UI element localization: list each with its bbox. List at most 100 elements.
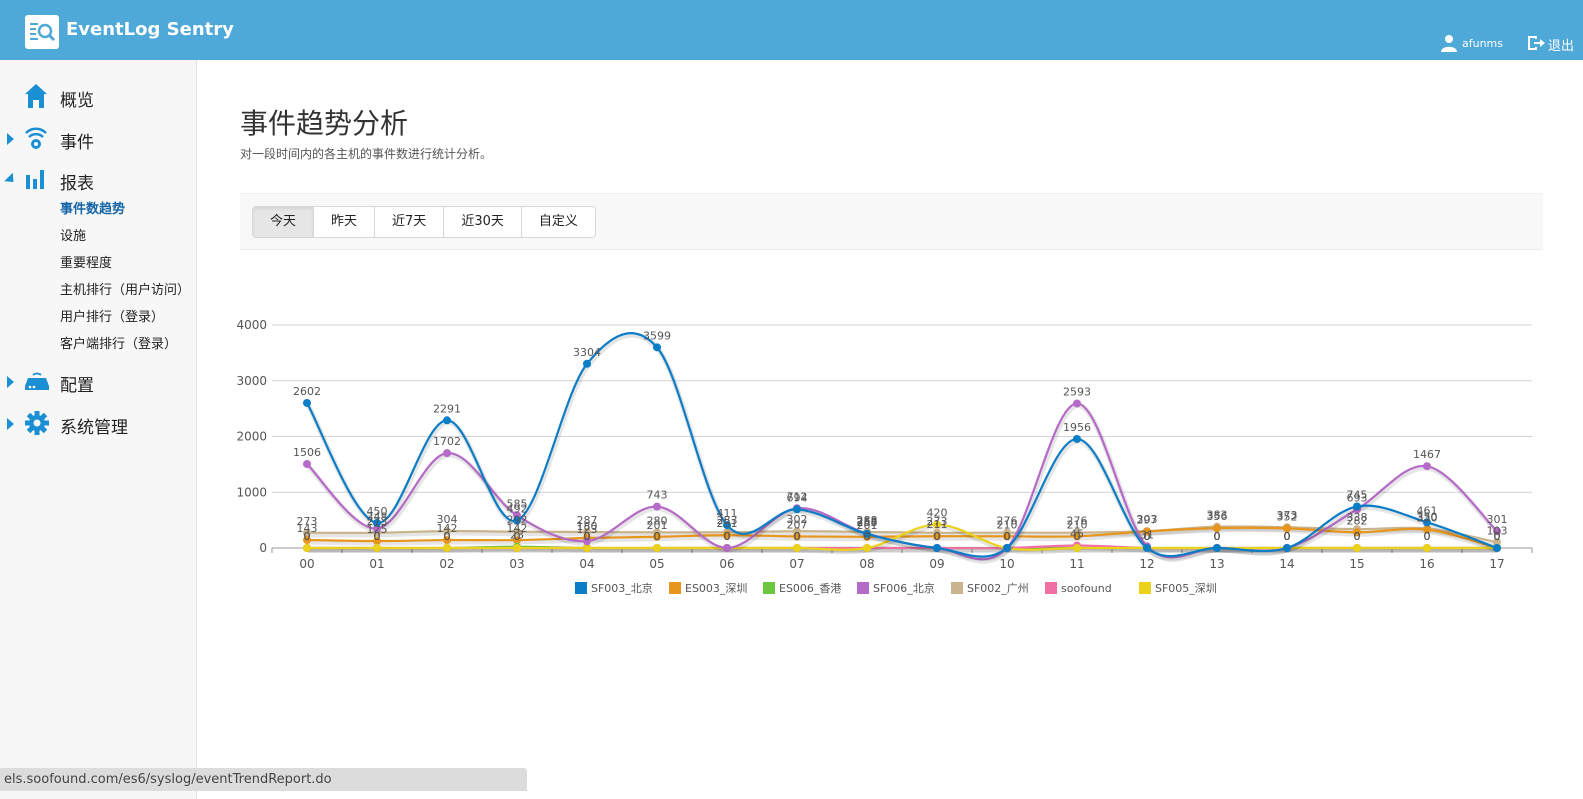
- data-label: 282: [1347, 514, 1368, 527]
- data-label: 0: [444, 530, 451, 543]
- home-icon: [25, 84, 47, 108]
- x-tick-label: 03: [509, 557, 524, 571]
- yesterday-button[interactable]: 昨天: [314, 207, 376, 237]
- data-label: 2291: [433, 402, 461, 415]
- data-label: 1956: [1063, 421, 1091, 434]
- x-tick-label: 14: [1279, 557, 1294, 571]
- data-point: [443, 449, 451, 458]
- data-point: [1423, 462, 1431, 471]
- data-label: 1506: [293, 446, 321, 459]
- chevron-right-icon: [7, 133, 14, 145]
- data-point: [1213, 544, 1221, 552]
- status-bar: els.soofound.com/es6/syslog/eventTrendRe…: [0, 768, 527, 791]
- legend-label: ES006_香港: [779, 582, 841, 595]
- signal-icon: [25, 127, 47, 149]
- x-tick-label: 09: [929, 557, 944, 571]
- chevron-right-icon: [7, 418, 14, 430]
- data-point: [303, 398, 311, 407]
- sidebar-subitem-severity[interactable]: 重要程度: [60, 252, 112, 271]
- top-bar: EventLog Sentry afunms 退出: [0, 0, 1583, 60]
- data-label: 123: [577, 523, 598, 536]
- sidebar-item-label: 概览: [60, 91, 94, 111]
- data-label: 0: [654, 530, 661, 543]
- y-tick-label: 2000: [236, 430, 267, 444]
- data-label: 0: [1074, 530, 1081, 543]
- date-filter-bar: 今天 昨天 近7天 近30天 自定义: [240, 193, 1543, 250]
- sidebar-item-reports[interactable]: 报表: [0, 162, 196, 196]
- data-label: 0: [934, 530, 941, 543]
- legend-swatch: [669, 582, 681, 594]
- legend-label: SF006_北京: [873, 581, 935, 595]
- legend-label: soofound: [1061, 582, 1112, 595]
- x-tick-label: 02: [439, 557, 454, 571]
- data-label: 0: [1424, 530, 1431, 543]
- data-point: [1073, 544, 1081, 552]
- data-label: 0: [514, 530, 521, 543]
- data-point: [1143, 544, 1151, 552]
- page-title: 事件趋势分析: [240, 107, 409, 140]
- x-tick-label: 13: [1209, 557, 1224, 571]
- sidebar-item-label: 配置: [60, 376, 94, 396]
- x-tick-label: 04: [579, 557, 594, 571]
- gear-icon: [25, 411, 49, 435]
- data-label: 0: [304, 530, 311, 543]
- sidebar-subitem-user-ranking[interactable]: 用户排行（登录）: [60, 306, 164, 325]
- legend-swatch: [1045, 582, 1057, 594]
- data-label: 356: [1207, 510, 1228, 523]
- data-point: [303, 544, 311, 552]
- data-point: [723, 544, 731, 552]
- data-point: [513, 544, 521, 552]
- bar-chart-icon: [26, 170, 44, 189]
- sidebar-item-config[interactable]: 配置: [0, 364, 196, 398]
- legend-label: SF005_深圳: [1155, 582, 1217, 595]
- sidebar-item-events[interactable]: 事件: [0, 121, 196, 155]
- data-point: [1073, 434, 1081, 443]
- data-label: 0: [794, 530, 801, 543]
- series-shadow: [305, 332, 1499, 562]
- app-logo-icon[interactable]: [25, 15, 59, 49]
- sidebar-subitem-facility[interactable]: 设施: [60, 225, 86, 244]
- y-tick-label: 4000: [236, 318, 267, 332]
- data-point: [653, 544, 661, 552]
- sidebar-item-system-admin[interactable]: 系统管理: [0, 406, 196, 440]
- data-label: 0: [374, 530, 381, 543]
- legend-swatch: [575, 582, 587, 594]
- sidebar-item-label: 系统管理: [60, 418, 128, 438]
- data-label: 420: [927, 507, 948, 520]
- data-label: 0: [1354, 530, 1361, 543]
- page-description: 对一段时间内的各主机的事件数进行统计分析。: [240, 147, 493, 161]
- data-label: 0: [724, 530, 731, 543]
- custom-range-button[interactable]: 自定义: [521, 207, 595, 237]
- legend-swatch: [763, 582, 775, 594]
- x-tick-label: 12: [1139, 557, 1154, 571]
- data-point: [1003, 544, 1011, 552]
- data-label: 0: [864, 530, 871, 543]
- data-label: 3304: [573, 346, 601, 359]
- sidebar-item-overview[interactable]: 概览: [0, 79, 196, 113]
- sidebar-subitem-host-ranking[interactable]: 主机排行（用户访问）: [60, 279, 190, 298]
- today-button[interactable]: 今天: [253, 207, 315, 237]
- data-label: 694: [787, 491, 808, 504]
- data-point: [793, 544, 801, 552]
- data-point: [1283, 544, 1291, 552]
- event-trend-chart: 0100020003000400000 01 02 03 04 05 06 07 08 09 10 1…: [236, 318, 1533, 595]
- legend-swatch: [951, 582, 963, 594]
- sidebar-subitem-client-ranking[interactable]: 客户端排行（登录）: [60, 333, 177, 352]
- x-tick-label: 10: [999, 557, 1014, 571]
- data-label: 2602: [293, 385, 321, 398]
- last-30-days-button[interactable]: 近30天: [444, 207, 522, 237]
- x-tick-label: 16: [1419, 557, 1434, 571]
- data-label: 1467: [1413, 448, 1441, 461]
- data-label: 297: [1137, 513, 1158, 526]
- data-label: 745: [1347, 488, 1368, 501]
- data-label: 352: [1277, 510, 1298, 523]
- sidebar-subitem-event-trend[interactable]: 事件数趋势: [60, 198, 125, 217]
- data-label: 301: [1487, 513, 1508, 526]
- user-icon: [1441, 35, 1457, 52]
- sidebar: 概览 事件 报表 事件数趋势 设施 重要程度 主机排行（用户访问） 用户排行（登…: [0, 60, 197, 799]
- data-label: 743: [647, 489, 668, 502]
- data-point: [443, 544, 451, 552]
- last-7-days-button[interactable]: 近7天: [375, 207, 445, 237]
- chevron-right-icon: [7, 376, 14, 388]
- x-tick-label: 00: [299, 557, 314, 571]
